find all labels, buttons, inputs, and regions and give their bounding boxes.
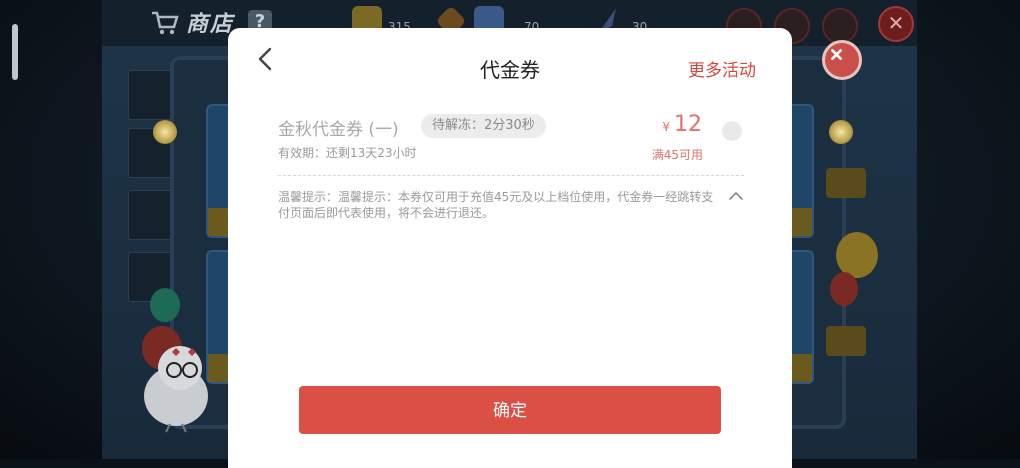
side-tab-3[interactable] — [128, 190, 176, 240]
chevron-up-icon[interactable] — [728, 190, 744, 202]
more-activities-link[interactable]: 更多活动 — [688, 56, 756, 81]
store-close-icon[interactable]: ✕ — [878, 6, 914, 42]
balloon-icon — [830, 272, 858, 306]
voucher-name: 金秋代金券 (一) — [278, 120, 399, 140]
tip-text: 温馨提示：温馨提示：本券仅可用于充值45元及以上档位使用，代金券一经跳转支付页面… — [278, 190, 714, 220]
side-button[interactable] — [826, 168, 866, 198]
confirm-button[interactable]: 确定 — [299, 386, 721, 434]
store-title: 商店 — [186, 12, 235, 37]
cart-icon — [152, 11, 179, 35]
voucher-dialog: 代金券 更多活动 金秋代金券 (一) 待解冻：2分30秒 有效期：还剩13天23… — [228, 28, 792, 468]
voucher-amount: ¥12 — [658, 112, 702, 137]
scroll-handle[interactable] — [12, 24, 18, 80]
voucher-select-radio[interactable] — [722, 121, 742, 141]
dashed-divider — [278, 175, 744, 176]
close-icon[interactable] — [822, 40, 862, 80]
bird-mascot-icon — [144, 346, 208, 433]
voucher-validity: 有效期：还剩13天23小时 — [278, 146, 417, 160]
side-tab-1[interactable] — [128, 70, 176, 120]
voucher-condition: 满45可用 — [651, 148, 703, 162]
drop-icon[interactable] — [822, 8, 858, 44]
voucher-status-badge: 待解冻：2分30秒 — [421, 114, 546, 138]
lamp-icon — [829, 120, 853, 144]
voucher-amount-value: 12 — [674, 112, 702, 137]
lamp-icon — [153, 120, 177, 144]
side-button[interactable] — [826, 326, 866, 356]
balloon-icon — [150, 288, 180, 322]
currency-symbol: ¥ — [662, 120, 670, 134]
